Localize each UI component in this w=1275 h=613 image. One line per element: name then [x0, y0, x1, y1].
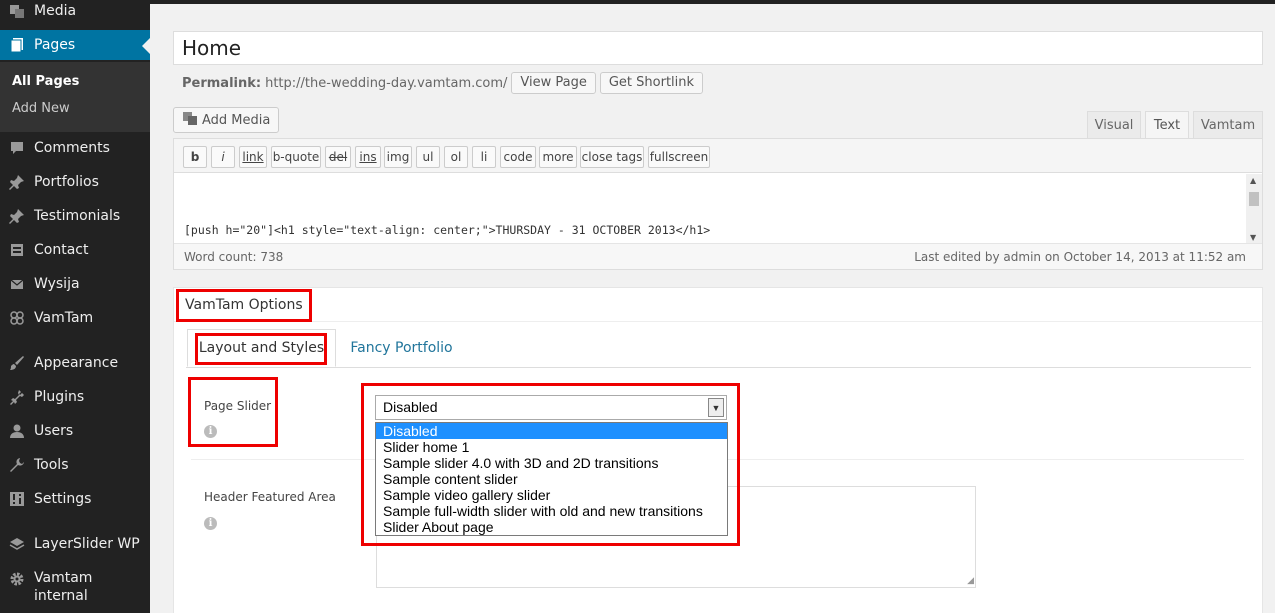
scroll-thumb[interactable] [1249, 192, 1259, 206]
post-title-input[interactable]: Home [173, 31, 1263, 65]
menu-portfolios[interactable]: Portfolios [0, 167, 150, 197]
qt-li-button[interactable]: li [472, 146, 496, 168]
menu-vamtam[interactable]: VamTam [0, 303, 150, 333]
settings-icon [0, 491, 34, 507]
tab-vamtam[interactable]: Vamtam [1193, 111, 1263, 139]
layers-icon [0, 536, 34, 552]
tabs-underline [186, 367, 1251, 368]
qt-italic-button[interactable]: i [211, 146, 235, 168]
tab-text[interactable]: Text [1145, 111, 1189, 139]
media-icon [182, 110, 198, 130]
media-icon [0, 3, 34, 19]
pin-icon [0, 174, 34, 190]
pin-icon [0, 208, 34, 224]
qt-fullscreen-button[interactable]: fullscreen [648, 146, 710, 168]
menu-settings-label: Settings [34, 491, 92, 507]
menu-vamtam-internal-label: Vamtam internal [34, 570, 93, 604]
menu-comments-label: Comments [34, 140, 110, 156]
menu-tools-label: Tools [34, 457, 69, 473]
menu-wysija[interactable]: Wysija [0, 269, 150, 299]
vamtam-icon [0, 310, 34, 326]
menu-pages-label: Pages [34, 37, 76, 53]
scroll-up-icon[interactable]: ▲ [1250, 176, 1256, 185]
menu-media-label: Media [34, 3, 77, 19]
menu-vamtam-label: VamTam [34, 310, 94, 326]
qt-ol-button[interactable]: ol [444, 146, 468, 168]
last-edited: Last edited by admin on October 14, 2013… [914, 250, 1246, 264]
editor-scrollbar[interactable]: ▲ ▼ [1246, 174, 1262, 244]
menu-vamtam-internal[interactable]: Vamtam internal [0, 569, 150, 609]
tab-visual[interactable]: Visual [1087, 111, 1141, 139]
contact-icon [0, 242, 34, 258]
qt-bold-button[interactable]: b [183, 146, 207, 168]
pages-icon [0, 37, 34, 53]
tab-fancy-portfolio[interactable]: Fancy Portfolio [344, 329, 459, 367]
menu-layerslider-label: LayerSlider WP [34, 536, 140, 552]
view-page-button[interactable]: View Page [511, 72, 596, 94]
menu-settings[interactable]: Settings [0, 484, 150, 514]
comments-icon [0, 140, 34, 156]
menu-testimonials[interactable]: Testimonials [0, 201, 150, 231]
menu-contact-label: Contact [34, 242, 89, 258]
qt-code-button[interactable]: code [500, 146, 536, 168]
menu-layerslider[interactable]: LayerSlider WP [0, 529, 150, 559]
submenu-add-new[interactable]: Add New [12, 101, 70, 116]
menu-contact[interactable]: Contact [0, 235, 150, 265]
plug-icon [0, 389, 34, 405]
menu-pages[interactable]: Pages [0, 30, 150, 60]
qt-img-button[interactable]: img [384, 146, 412, 168]
menu-appearance[interactable]: Appearance [0, 348, 150, 378]
menu-comments[interactable]: Comments [0, 133, 150, 163]
menu-portfolios-label: Portfolios [34, 174, 99, 190]
user-icon [0, 423, 34, 439]
admin-sidebar: Media Pages All Pages Add New Comments P… [0, 0, 150, 613]
pages-submenu: All Pages Add New [0, 62, 150, 132]
highlight-box [195, 333, 327, 365]
menu-users-label: Users [34, 423, 74, 439]
editor-content-line[interactable]: [push h="20"]<h1 style="text-align: cent… [184, 223, 710, 237]
menu-plugins[interactable]: Plugins [0, 382, 150, 412]
text-editor: b i link b-quote del ins img ul ol li co… [173, 138, 1263, 270]
word-count: Word count: 738 [184, 250, 284, 264]
add-media-button[interactable]: Add Media [173, 107, 280, 133]
permalink-row: Permalink: http://the-wedding-day.vamtam… [182, 72, 704, 94]
add-media-label: Add Media [202, 112, 271, 128]
header-featured-label: Header Featured Area [204, 490, 336, 504]
qt-more-button[interactable]: more [539, 146, 577, 168]
qt-del-button[interactable]: del [325, 146, 351, 168]
highlight-box [188, 377, 278, 447]
qt-ins-button[interactable]: ins [355, 146, 381, 168]
info-icon[interactable]: i [204, 517, 217, 530]
menu-appearance-label: Appearance [34, 355, 119, 371]
brush-icon [0, 355, 34, 371]
menu-wysija-label: Wysija [34, 276, 80, 292]
menu-media[interactable]: Media [0, 0, 150, 26]
highlight-box [361, 383, 740, 546]
wp-admin-screen: Media Pages All Pages Add New Comments P… [0, 0, 1275, 613]
permalink-url[interactable]: http://the-wedding-day.vamtam.com/ [265, 76, 507, 91]
mail-icon [0, 276, 34, 292]
menu-plugins-label: Plugins [34, 389, 85, 405]
quicktags-toolbar: b i link b-quote del ins img ul ol li co… [174, 139, 1262, 173]
panel-header[interactable]: VamTam Options [174, 288, 1262, 322]
gear-icon [0, 569, 34, 587]
resize-handle-icon[interactable]: ◢ [967, 576, 974, 586]
menu-tools[interactable]: Tools [0, 450, 150, 480]
menu-users[interactable]: Users [0, 416, 150, 446]
qt-ul-button[interactable]: ul [416, 146, 440, 168]
editor-status-bar: Word count: 738 Last edited by admin on … [174, 243, 1262, 269]
wrench-icon [0, 457, 34, 473]
submenu-all-pages[interactable]: All Pages [12, 74, 79, 89]
highlight-box [176, 289, 312, 322]
permalink-label: Permalink: [182, 75, 262, 91]
qt-link-button[interactable]: link [239, 146, 267, 168]
qt-close-tags-button[interactable]: close tags [580, 146, 644, 168]
menu-testimonials-label: Testimonials [34, 208, 121, 224]
admin-top-strip [150, 0, 1275, 4]
qt-bquote-button[interactable]: b-quote [271, 146, 321, 168]
scroll-down-icon[interactable]: ▼ [1250, 233, 1256, 242]
get-shortlink-button[interactable]: Get Shortlink [599, 72, 704, 94]
